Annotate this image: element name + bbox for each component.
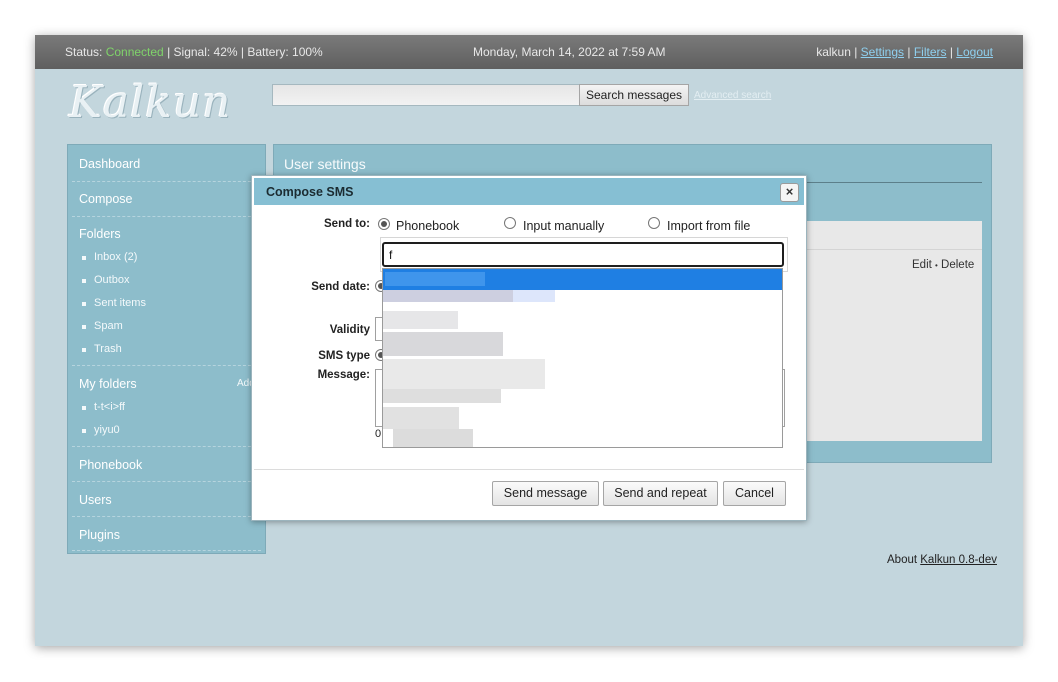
divider [72, 550, 261, 551]
separator: | [850, 45, 861, 59]
status-bar: Status: Connected | Signal: 42% | Batter… [35, 35, 1023, 69]
close-icon[interactable]: × [780, 183, 799, 202]
send-and-repeat-button[interactable]: Send and repeat [603, 481, 718, 506]
divider [72, 516, 261, 517]
send-to-label: Send to: [324, 218, 370, 230]
autocomplete-option[interactable] [383, 332, 782, 356]
sidebar: Dashboard Compose Folders Inbox (2) Outb… [67, 144, 266, 554]
settings-link[interactable]: Settings [861, 45, 904, 59]
sidebar-item-sent[interactable]: Sent items [82, 297, 146, 309]
separator-dot: • [935, 261, 938, 270]
connection-status: Status: Connected | Signal: 42% | Batter… [65, 45, 323, 59]
divider [72, 216, 261, 217]
logo[interactable]: Kalkun [69, 77, 232, 128]
compose-sms-dialog: Compose SMS × Send to: Phonebook Input m… [251, 175, 807, 521]
sidebar-item-label: Inbox (2) [94, 251, 138, 263]
send-date-label: Send date: [311, 281, 370, 293]
sidebar-item-label: Spam [94, 320, 123, 332]
sidebar-item-custom-folder[interactable]: t-t<i>ff [82, 401, 125, 413]
import-file-radio-label: Import from file [667, 219, 751, 233]
user-menu: kalkun | Settings | Filters | Logout [816, 45, 993, 59]
sidebar-item-label: Outbox [94, 274, 130, 286]
sidebar-item-label: Sent items [94, 297, 146, 309]
send-message-button[interactable]: Send message [492, 481, 599, 506]
sidebar-heading-folders: Folders [79, 227, 121, 241]
page-title: User settings [284, 156, 366, 172]
sidebar-item-plugins[interactable]: Plugins [79, 528, 120, 542]
cancel-button[interactable]: Cancel [723, 481, 786, 506]
sidebar-item-label: t-t<i>ff [94, 401, 125, 413]
divider [72, 446, 261, 447]
autocomplete-option[interactable] [383, 359, 782, 389]
autocomplete-dropdown [382, 268, 783, 448]
about-footer: About Kalkun 0.8-dev [887, 554, 997, 566]
about-label: About [887, 554, 921, 566]
message-label: Message: [317, 369, 370, 381]
status-label: Status: [65, 45, 106, 59]
validity-label: Validity [329, 324, 370, 336]
sidebar-item-custom-folder[interactable]: yiyu0 [82, 424, 120, 436]
autocomplete-option[interactable] [383, 290, 782, 311]
sms-type-label: SMS type [318, 350, 370, 362]
kalkun-version-link[interactable]: Kalkun 0.8-dev [920, 554, 997, 566]
status-value: Connected [105, 45, 164, 59]
dialog-title: Compose SMS [266, 185, 354, 199]
import-file-radio[interactable] [648, 217, 660, 229]
datetime: Monday, March 14, 2022 at 7:59 AM [473, 45, 666, 59]
row-actions: Edit • Delete [912, 259, 974, 271]
divider [72, 181, 261, 182]
input-manually-radio-label: Input manually [523, 219, 605, 233]
autocomplete-option[interactable] [383, 311, 782, 332]
phonebook-radio-label: Phonebook [396, 219, 460, 233]
edit-link[interactable]: Edit [912, 259, 932, 271]
sidebar-item-outbox[interactable]: Outbox [82, 274, 129, 286]
sidebar-item-dashboard[interactable]: Dashboard [79, 157, 140, 171]
divider [72, 481, 261, 482]
search-button[interactable]: Search messages [579, 84, 689, 106]
logout-link[interactable]: Logout [956, 45, 993, 59]
divider [72, 365, 261, 366]
sidebar-item-inbox[interactable]: Inbox (2) [82, 251, 137, 263]
filters-link[interactable]: Filters [914, 45, 947, 59]
sidebar-item-label: yiyu0 [94, 424, 120, 436]
char-counter: 0 [375, 428, 382, 440]
separator: | [946, 45, 957, 59]
dialog-header: Compose SMS × [254, 178, 804, 205]
browser-window: Status: Connected | Signal: 42% | Batter… [35, 35, 1023, 646]
autocomplete-option[interactable] [383, 407, 782, 429]
sidebar-item-trash[interactable]: Trash [82, 343, 122, 355]
search-input[interactable] [272, 84, 580, 106]
delete-link[interactable]: Delete [941, 259, 974, 271]
sidebar-heading-my-folders: My folders [79, 377, 137, 391]
input-manually-radio[interactable] [504, 217, 516, 229]
divider [254, 469, 804, 470]
sidebar-item-phonebook[interactable]: Phonebook [79, 458, 142, 472]
phonebook-radio[interactable] [378, 218, 390, 230]
sidebar-item-label: Trash [94, 343, 122, 355]
username: kalkun [816, 45, 851, 59]
signal-battery: | Signal: 42% | Battery: 100% [163, 45, 323, 59]
advanced-search-link[interactable]: Advanced search [694, 90, 771, 101]
sidebar-item-spam[interactable]: Spam [82, 320, 123, 332]
phonebook-search-input[interactable]: f [382, 242, 784, 267]
autocomplete-option[interactable] [383, 429, 782, 447]
sidebar-item-compose[interactable]: Compose [79, 192, 133, 206]
separator: | [904, 45, 914, 59]
sidebar-item-users[interactable]: Users [79, 493, 112, 507]
autocomplete-option[interactable] [383, 269, 782, 290]
